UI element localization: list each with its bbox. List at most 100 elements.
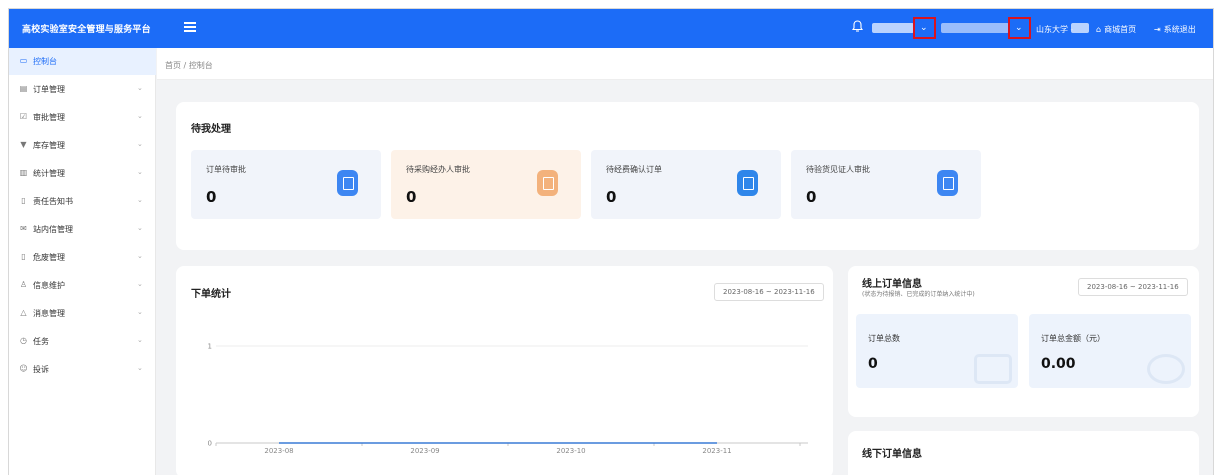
redacted-school-info [1071, 23, 1089, 33]
pending-stat-label: 待采购经办人审批 [406, 165, 470, 174]
clipboard-icon [937, 170, 958, 196]
sidebar-item[interactable]: ☺ 投诉 ⌄ [9, 356, 156, 383]
order-count-card: 订单总数 0 [856, 314, 1018, 388]
x-tick-label: 2023-11 [702, 447, 731, 455]
trash-icon: ▯ [21, 252, 26, 261]
pending-stat-value: 0 [806, 188, 817, 206]
online-orders-date-range[interactable]: 2023-08-16 ~ 2023-11-16 [1078, 278, 1188, 296]
pending-stat-label: 待经费确认订单 [606, 165, 662, 174]
chevron-down-icon: ⌄ [137, 252, 143, 260]
chevron-down-icon: ⌄ [920, 23, 928, 33]
sidebar-item-label: 站内信管理 [33, 225, 73, 234]
chevron-down-icon: ⌄ [137, 168, 143, 176]
sidebar-item[interactable]: △ 消息管理 ⌄ [9, 300, 156, 327]
order-count-value: 0 [868, 356, 878, 372]
sidebar-item[interactable]: ▤ 订单管理 ⌄ [9, 76, 156, 103]
offline-orders-title: 线下订单信息 [862, 449, 922, 460]
order-count-label: 订单总数 [868, 334, 900, 343]
online-orders-card: 线上订单信息 (状态为待报销、已完成的订单纳入统计中) 2023-08-16 ~… [848, 266, 1199, 417]
logout-icon: ⇥ [1154, 25, 1161, 34]
order-amount-card: 订单总金额（元） 0.00 [1029, 314, 1191, 388]
sidebar-item[interactable]: ◷ 任务 ⌄ [9, 328, 156, 355]
chevron-down-icon: ⌄ [137, 112, 143, 120]
sidebar-item-label: 审批管理 [33, 113, 65, 122]
complaint-icon: ☺ [19, 364, 28, 373]
chevron-down-icon: ⌄ [137, 308, 143, 316]
offline-orders-card: 线下订单信息 [848, 431, 1199, 475]
pending-title: 待我处理 [191, 124, 231, 135]
org-dropdown-toggle[interactable]: ⌄ [1008, 17, 1031, 39]
pending-stat-card[interactable]: 待验货见证人审批 0 [791, 150, 981, 219]
chevron-down-icon: ⌄ [137, 364, 143, 372]
sidebar: ▭ 控制台 ▤ 订单管理 ⌄ ☑ 审批管理 ⌄ ▼ 库存管理 ⌄ ▥ 统计管理 ⌄ ▯ 责任告知书 ⌄ ✉ 站内信管… [9, 48, 156, 475]
pending-stat-value: 0 [606, 188, 617, 206]
sidebar-item-label: 责任告知书 [33, 197, 73, 206]
breadcrumb-text: 首页 / 控制台 [165, 61, 213, 70]
pending-stat-card[interactable]: 待采购经办人审批 0 [391, 150, 581, 219]
school-label: 山东大学 - [1036, 25, 1074, 34]
sidebar-item-label: 任务 [33, 337, 49, 346]
pending-stat-label: 订单待审批 [206, 165, 246, 174]
chevron-down-icon: ⌄ [137, 280, 143, 288]
order-stats-card: 下单统计 2023-08-16 ~ 2023-11-16 0 1 2023-08 20… [176, 266, 833, 475]
chevron-down-icon: ⌄ [137, 140, 143, 148]
user-icon: ♙ [19, 280, 28, 289]
document-icon [337, 170, 358, 196]
form-icon [537, 170, 558, 196]
sidebar-item[interactable]: ▯ 危废管理 ⌄ [9, 244, 156, 271]
document-icon: ▯ [21, 196, 26, 205]
chevron-down-icon: ⌄ [137, 224, 143, 232]
inventory-icon: ▼ [20, 140, 27, 149]
pending-stat-label: 待验货见证人审批 [806, 165, 870, 174]
app-title: 高校实验室安全管理与服务平台 [22, 25, 151, 35]
order-amount-value: 0.00 [1041, 356, 1076, 372]
mall-home-link[interactable]: ⌂ 商城首页 [1096, 24, 1136, 35]
role-dropdown-toggle[interactable]: ⌄ [913, 17, 936, 39]
chevron-down-icon: ⌄ [137, 196, 143, 204]
chevron-down-icon: ⌄ [1015, 23, 1023, 33]
online-orders-title: 线上订单信息 [862, 279, 922, 290]
x-tick-label: 2023-10 [556, 447, 585, 455]
logout-link[interactable]: ⇥ 系统退出 [1154, 24, 1196, 35]
sidebar-item[interactable]: ✉ 站内信管理 ⌄ [9, 216, 156, 243]
sidebar-item[interactable]: ☑ 审批管理 ⌄ [9, 104, 156, 131]
currency-icon [1147, 354, 1185, 384]
online-orders-subtitle: (状态为待报销、已完成的订单纳入统计中) [862, 291, 975, 298]
order-stats-chart: 0 1 2023-08 2023-09 2023-10 2023-11 [208, 343, 808, 455]
sidebar-item[interactable]: ▯ 责任告知书 ⌄ [9, 188, 156, 215]
pending-stat-value: 0 [406, 188, 417, 206]
sidebar-item-label: 消息管理 [33, 309, 65, 318]
chevron-down-icon: ⌄ [137, 84, 143, 92]
chevron-down-icon: ⌄ [137, 336, 143, 344]
breadcrumb: 首页 / 控制台 [157, 48, 1213, 80]
y-tick-label: 1 [208, 343, 212, 351]
home-icon: ⌂ [1096, 25, 1102, 34]
sidebar-item-label: 库存管理 [33, 141, 65, 150]
sidebar-item-label: 统计管理 [33, 169, 65, 178]
monitor-icon: ▭ [19, 56, 28, 65]
pending-card: 待我处理 订单待审批 0 待采购经办人审批 0 待经费确认订单 0 待验货见证人审批 0 [176, 102, 1199, 250]
sidebar-item-label: 信息维护 [33, 281, 65, 290]
order-amount-label: 订单总金额（元） [1041, 334, 1105, 343]
bell-icon: △ [20, 308, 27, 317]
mail-icon: ✉ [20, 224, 27, 233]
notification-bell-icon[interactable] [852, 20, 863, 33]
sidebar-item-label: 控制台 [33, 57, 57, 66]
order-icon: ▤ [19, 84, 28, 93]
sidebar-item[interactable]: ♙ 信息维护 ⌄ [9, 272, 156, 299]
menu-toggle-icon[interactable] [182, 18, 198, 34]
sidebar-item-label: 订单管理 [33, 85, 65, 94]
sidebar-item-label: 投诉 [33, 365, 49, 374]
sidebar-item[interactable]: ▭ 控制台 [9, 48, 156, 75]
list-icon [974, 354, 1012, 384]
sidebar-item[interactable]: ▥ 统计管理 ⌄ [9, 160, 156, 187]
pending-stat-card[interactable]: 订单待审批 0 [191, 150, 381, 219]
redacted-user-info [872, 23, 914, 33]
clock-icon: ◷ [20, 336, 27, 345]
top-bar: 高校实验室安全管理与服务平台 ⌄ ⌄ 山东大学 - ⌂ 商城首页 ⇥ 系统退出 [9, 9, 1213, 48]
x-tick-label: 2023-09 [410, 447, 439, 455]
app-frame: 高校实验室安全管理与服务平台 ⌄ ⌄ 山东大学 - ⌂ 商城首页 ⇥ 系统退出 ▭ 控… [8, 8, 1214, 475]
pending-stat-card[interactable]: 待经费确认订单 0 [591, 150, 781, 219]
approval-icon: ☑ [19, 112, 28, 121]
sidebar-item[interactable]: ▼ 库存管理 ⌄ [9, 132, 156, 159]
